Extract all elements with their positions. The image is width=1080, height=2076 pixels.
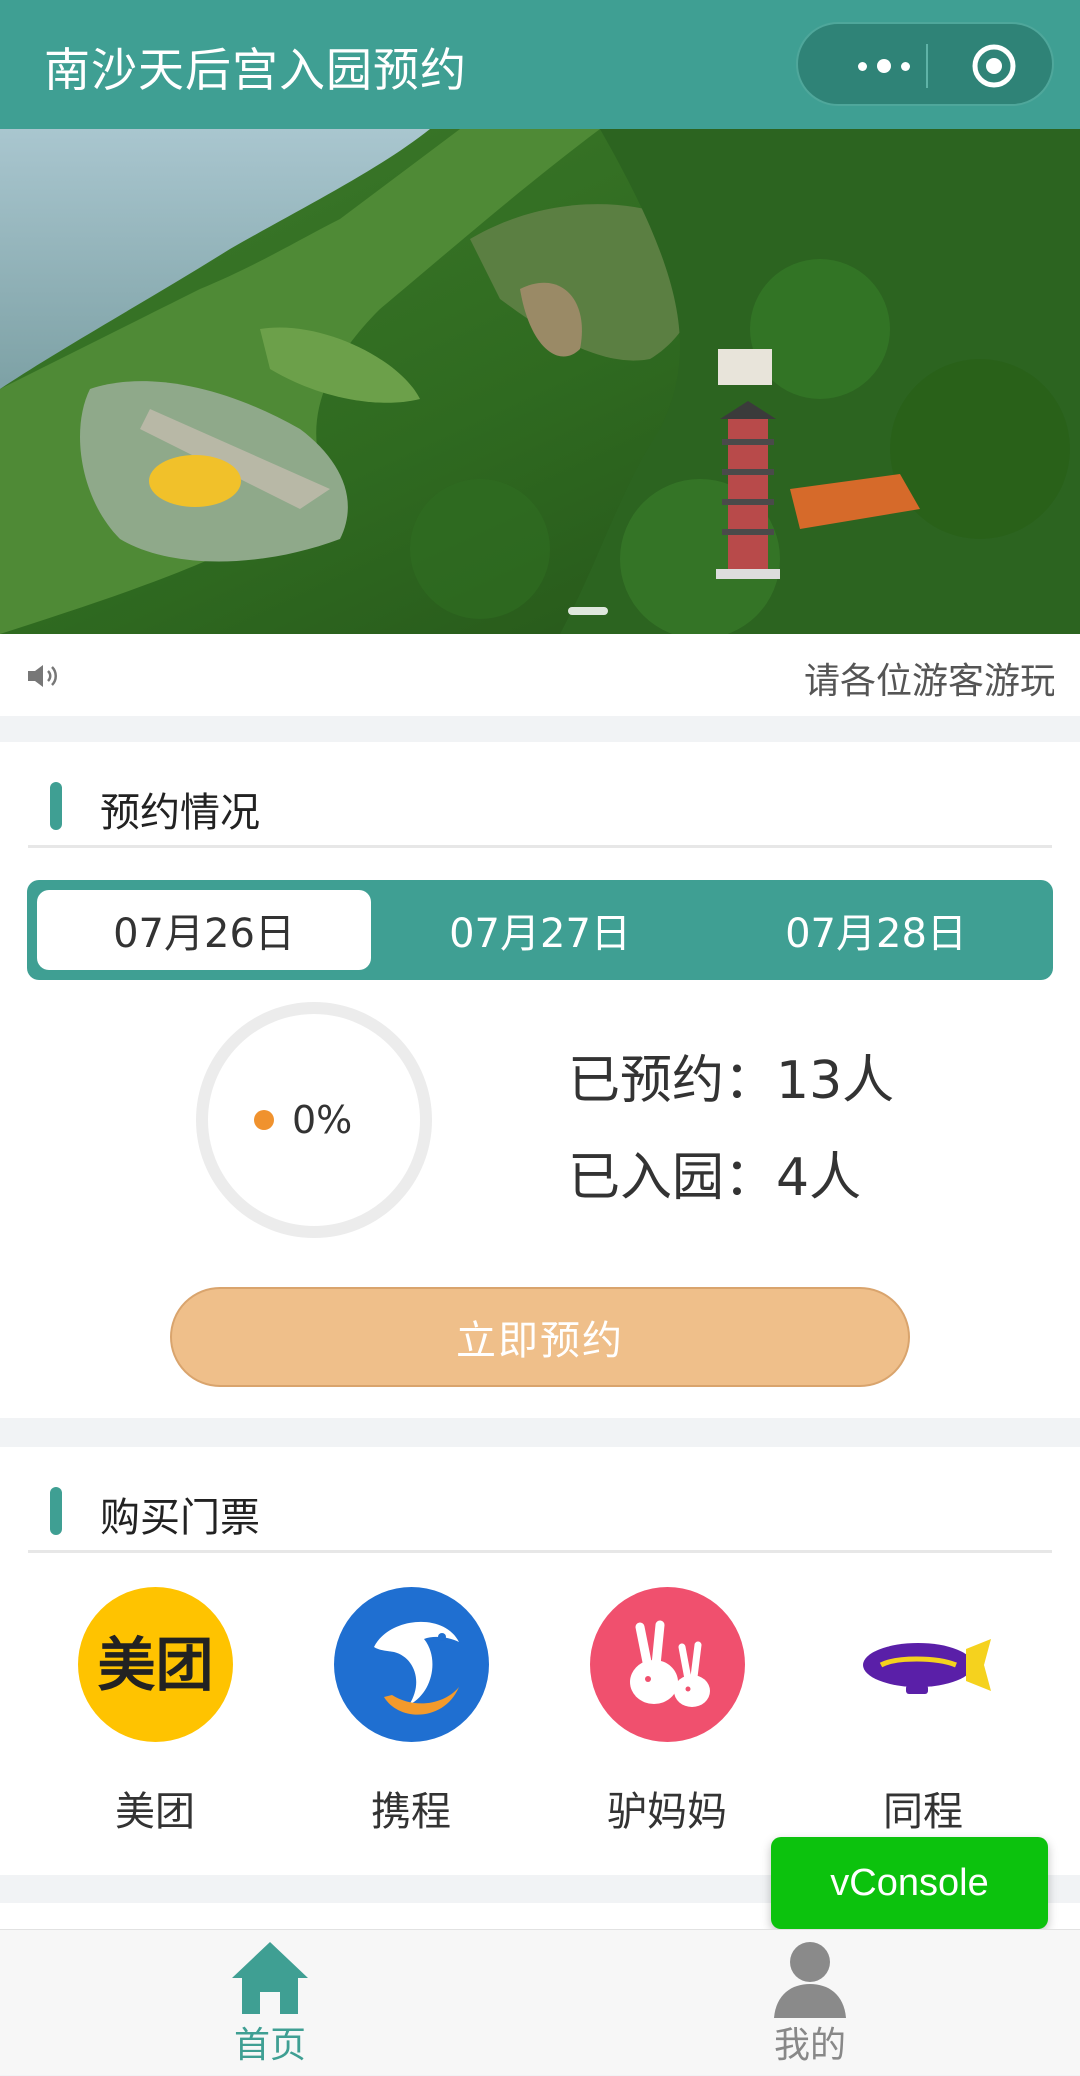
- close-target-icon[interactable]: [970, 42, 1018, 90]
- platform-name: 携程: [371, 1789, 451, 1835]
- entered-count: 已入园：4人: [568, 1148, 862, 1208]
- progress-percent: 0%: [292, 1098, 353, 1142]
- platform-ctrip[interactable]: 携程: [311, 1587, 511, 1847]
- bottom-tab-bar: 首页 我的: [0, 1929, 1080, 2075]
- carousel-indicator: [568, 607, 608, 615]
- platform-lvmama[interactable]: 驴妈妈: [567, 1587, 767, 1847]
- vconsole-button[interactable]: vConsole: [771, 1837, 1048, 1929]
- meituan-logo-text: 美团: [97, 1631, 213, 1699]
- ticket-platforms: 美团 美团 携程 驴妈妈 同程: [0, 1587, 1080, 1847]
- home-icon: [232, 1942, 308, 2014]
- section-title: 预约情况: [100, 790, 260, 836]
- reservation-section-header: 预约情况: [28, 742, 1052, 848]
- platform-name: 同程: [883, 1789, 963, 1835]
- banner-carousel[interactable]: [0, 129, 1080, 634]
- notice-marquee-text: 请各位游客游玩: [804, 661, 1054, 702]
- tab-home[interactable]: 首页: [0, 1930, 540, 2076]
- section-title: 购买门票: [100, 1495, 260, 1541]
- progress-ring: 0%: [194, 1000, 434, 1240]
- progress-label: 0%: [254, 1098, 352, 1142]
- platform-meituan[interactable]: 美团 美团: [55, 1587, 255, 1847]
- platform-name: 驴妈妈: [607, 1789, 727, 1835]
- section-accent-bar: [50, 1487, 62, 1535]
- app-header: 南沙天后宫入园预约: [0, 0, 1080, 129]
- speaker-icon: [28, 665, 57, 687]
- banner-image: [0, 129, 1080, 634]
- user-icon: [774, 1942, 846, 2018]
- date-tab-0[interactable]: 07月26日: [37, 890, 371, 970]
- page-title: 南沙天后宫入园预约: [44, 43, 467, 97]
- lvmama-donkey-logo-icon: [590, 1587, 745, 1742]
- tickets-section: 购买门票 美团 美团 携程 驴妈妈 同程: [0, 1447, 1080, 1875]
- tab-label: 我的: [773, 2025, 846, 2066]
- platform-tongcheng[interactable]: 同程: [823, 1587, 1023, 1847]
- progress-dot: [254, 1110, 274, 1130]
- miniprogram-capsule: [796, 22, 1054, 106]
- tongcheng-blimp-logo-icon: [863, 1639, 991, 1694]
- tickets-section-header: 购买门票: [28, 1447, 1052, 1553]
- more-menu-icon[interactable]: [836, 54, 932, 78]
- platform-name: 美团: [115, 1789, 195, 1835]
- section-accent-bar: [50, 782, 62, 830]
- date-tabs: 07月26日 07月27日 07月28日: [27, 880, 1053, 980]
- notice-bar: 请各位游客游玩: [0, 634, 1080, 716]
- tab-mine[interactable]: 我的: [540, 1930, 1080, 2076]
- reserve-now-button[interactable]: 立即预约: [170, 1287, 910, 1387]
- booked-count: 已预约：13人: [568, 1051, 895, 1111]
- date-tab-2[interactable]: 07月28日: [709, 890, 1043, 970]
- reservation-section: 预约情况 07月26日 07月27日 07月28日 0% 已预约：13人 已入园…: [0, 742, 1080, 1418]
- tab-label: 首页: [233, 2025, 306, 2066]
- capsule-divider: [926, 44, 928, 88]
- ctrip-dolphin-logo-icon: [334, 1587, 489, 1742]
- meituan-logo-icon: 美团: [78, 1587, 233, 1742]
- date-tab-1[interactable]: 07月27日: [373, 890, 707, 970]
